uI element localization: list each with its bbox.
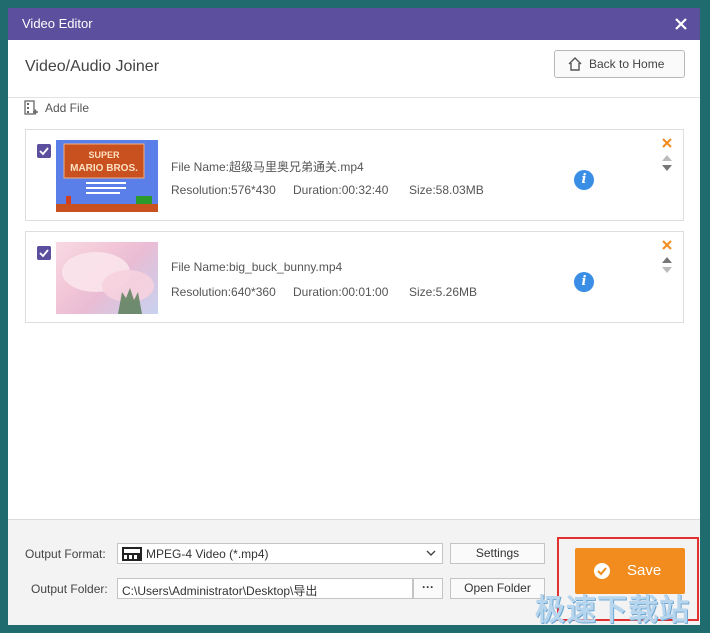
title-bar: Video Editor — [8, 8, 700, 40]
open-folder-button[interactable]: Open Folder — [450, 578, 545, 599]
move-up-icon[interactable] — [662, 154, 672, 161]
output-format-label: Output Format: — [25, 547, 106, 561]
mario-thumbnail-image: SUPER MARIO BROS. — [56, 140, 158, 212]
output-folder-label: Output Folder: — [31, 582, 108, 596]
close-icon[interactable] — [670, 13, 692, 35]
window-title: Video Editor — [22, 16, 93, 31]
video-thumbnail: SUPER MARIO BROS. — [56, 140, 158, 212]
remove-file-icon[interactable] — [662, 138, 672, 148]
add-file-icon — [24, 100, 38, 115]
file-row: SUPER MARIO BROS. File Name:超级马里奥兄弟通关.mp… — [25, 129, 684, 221]
file-size: Size:58.03MB — [409, 183, 484, 197]
file-resolution: Resolution:576*430 — [171, 183, 276, 197]
file-duration: Duration:00:32:40 — [293, 183, 389, 197]
output-format-select[interactable]: MPEG-4 Video (*.mp4) — [117, 543, 443, 564]
add-file-label: Add File — [45, 101, 90, 115]
info-icon[interactable]: i — [574, 170, 594, 190]
file-checkbox[interactable] — [37, 144, 51, 158]
output-format-value: MPEG-4 Video (*.mp4) — [146, 547, 269, 561]
back-to-home-label: Back to Home — [589, 57, 665, 71]
svg-text:SUPER: SUPER — [88, 150, 120, 160]
watermark-text: 极速下载站 — [535, 594, 690, 627]
page-title: Video/Audio Joiner — [25, 58, 160, 75]
file-checkbox[interactable] — [37, 246, 51, 260]
save-label: Save — [627, 562, 662, 579]
check-circle-icon — [594, 563, 610, 579]
video-thumbnail — [56, 242, 158, 314]
home-icon — [568, 57, 582, 71]
move-down-icon[interactable] — [662, 267, 672, 274]
file-row: File Name:big_buck_bunny.mp4 Resolution:… — [25, 231, 684, 323]
info-icon[interactable]: i — [574, 272, 594, 292]
remove-file-icon[interactable] — [662, 240, 672, 250]
file-duration: Duration:00:01:00 — [293, 285, 389, 299]
svg-text:MARIO BROS.: MARIO BROS. — [70, 163, 138, 174]
file-name: File Name:超级马里奥兄弟通关.mp4 — [171, 160, 364, 174]
video-editor-window: Video Editor Video/Audio Joiner Back to … — [8, 8, 700, 625]
browse-folder-button[interactable]: ··· — [413, 578, 443, 599]
chevron-down-icon — [426, 550, 436, 556]
output-folder-value: C:\Users\Administrator\Desktop\导出 — [122, 584, 318, 598]
back-to-home-button[interactable]: Back to Home — [554, 50, 685, 78]
file-size: Size:5.26MB — [409, 285, 478, 299]
settings-button[interactable]: Settings — [450, 543, 545, 564]
file-name: File Name:big_buck_bunny.mp4 — [171, 260, 343, 274]
output-folder-input[interactable]: C:\Users\Administrator\Desktop\导出 — [117, 578, 413, 599]
page-header: Video/Audio Joiner Back to Home — [8, 40, 700, 98]
move-down-icon[interactable] — [662, 165, 672, 172]
file-resolution: Resolution:640*360 — [171, 285, 276, 299]
move-up-icon[interactable] — [662, 256, 672, 263]
mpeg-format-icon — [122, 547, 142, 561]
bunny-thumbnail-image — [62, 252, 154, 314]
